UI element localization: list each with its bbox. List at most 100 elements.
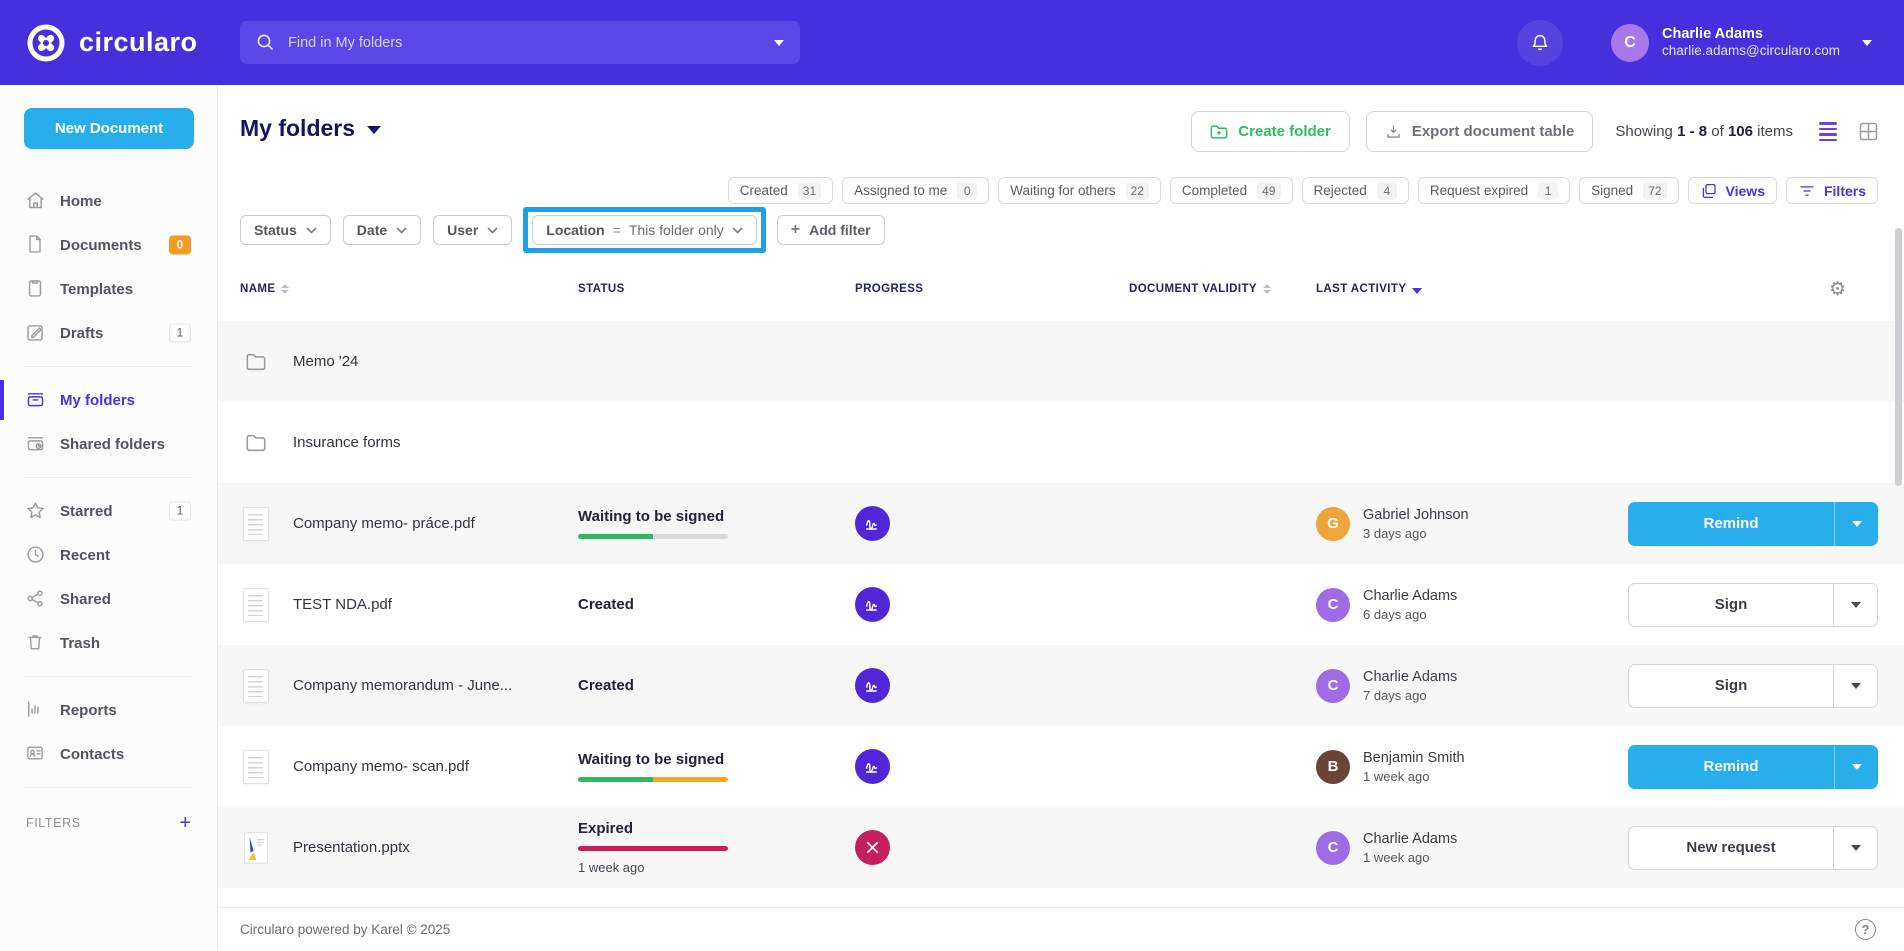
action-label[interactable]: Remind (1628, 745, 1834, 789)
signature-status-icon[interactable] (855, 506, 890, 541)
table-row[interactable]: Company memo- práce.pdfWaiting to be sig… (218, 483, 1904, 564)
actor-name: Charlie Adams (1363, 830, 1457, 850)
status-filter-dropdown[interactable]: Status (240, 215, 331, 245)
sidebar-item-shared[interactable]: Shared (0, 577, 217, 621)
status-chip-request-expired[interactable]: Request expired1 (1418, 177, 1570, 204)
sidebar-item-trash[interactable]: Trash (0, 621, 217, 665)
item-name[interactable]: Insurance forms (293, 434, 401, 451)
action-dropdown-caret[interactable] (1833, 665, 1877, 707)
action-dropdown-caret[interactable] (1834, 745, 1878, 789)
action-label[interactable]: Sign (1629, 665, 1833, 707)
item-name[interactable]: TEST NDA.pdf (293, 596, 392, 613)
sidebar-item-documents[interactable]: Documents0 (0, 223, 217, 267)
actor-avatar: G (1316, 507, 1350, 541)
location-filter-dropdown[interactable]: Location = This folder only (532, 215, 756, 245)
progress-bar (578, 534, 728, 539)
share-icon (25, 588, 47, 610)
status-chip-created[interactable]: Created31 (728, 177, 833, 204)
table-row[interactable]: Insurance forms (218, 402, 1904, 483)
status-chip-signed[interactable]: Signed72 (1579, 177, 1678, 204)
create-folder-button[interactable]: Create folder (1191, 111, 1350, 152)
clock-icon (25, 544, 47, 566)
user-filter-dropdown[interactable]: User (433, 215, 512, 245)
sign-button[interactable]: Sign (1628, 664, 1878, 708)
views-button[interactable]: Views (1688, 177, 1777, 204)
export-document-table-button[interactable]: Export document table (1366, 111, 1594, 152)
rejected-status-icon[interactable] (855, 830, 890, 865)
filters-button[interactable]: Filters (1786, 177, 1878, 204)
user-info[interactable]: Charlie Adams charlie.adams@circularo.co… (1662, 25, 1840, 60)
list-view-icon[interactable] (1819, 122, 1837, 141)
sign-button[interactable]: Sign (1628, 583, 1878, 627)
sidebar-item-reports[interactable]: Reports (0, 688, 217, 732)
column-header-last-activity[interactable]: LAST ACTIVITY (1316, 283, 1602, 295)
user-avatar[interactable]: C (1611, 24, 1649, 62)
search-scope-caret-icon[interactable] (774, 40, 784, 46)
progress-cell (855, 749, 1129, 784)
table-row[interactable]: Company memorandum - June...Created CCha… (218, 645, 1904, 726)
grid-view-icon[interactable] (1859, 122, 1878, 141)
name-cell: Company memo- scan.pdf (240, 750, 578, 784)
remind-button[interactable]: Remind (1628, 745, 1878, 789)
column-header-progress[interactable]: PROGRESS (855, 283, 1129, 295)
sidebar-item-home[interactable]: Home (0, 179, 217, 223)
status-chip-waiting-for-others[interactable]: Waiting for others22 (998, 177, 1161, 204)
status-cell: Created (578, 597, 855, 612)
item-name[interactable]: Memo '24 (293, 353, 358, 370)
global-search[interactable] (240, 21, 800, 64)
table-row[interactable]: Company memo- scan.pdfWaiting to be sign… (218, 726, 1904, 807)
user-menu-caret-icon[interactable] (1862, 40, 1872, 46)
sidebar-item-shared-folders[interactable]: Shared folders (0, 422, 217, 466)
action-label[interactable]: Sign (1629, 584, 1833, 626)
user-name: Charlie Adams (1662, 25, 1840, 43)
brand[interactable]: circularo (26, 0, 198, 85)
count-badge: 1 (169, 502, 191, 521)
status-label: Expired (578, 821, 855, 836)
sidebar-item-templates[interactable]: Templates (0, 267, 217, 311)
document-thumbnail-icon (240, 507, 272, 541)
sidebar-item-my-folders[interactable]: My folders (0, 378, 217, 422)
sidebar-item-contacts[interactable]: Contacts (0, 732, 217, 776)
search-input[interactable] (288, 35, 761, 51)
action-dropdown-caret[interactable] (1833, 827, 1877, 869)
signature-status-icon[interactable] (855, 668, 890, 703)
table-row[interactable]: TEST NDA.pdfCreated CCharlie Adams6 days… (218, 564, 1904, 645)
vertical-scrollbar[interactable] (1895, 228, 1902, 486)
action-dropdown-caret[interactable] (1833, 584, 1877, 626)
new-request-button[interactable]: New request (1628, 826, 1878, 870)
sidebar-item-recent[interactable]: Recent (0, 533, 217, 577)
signature-status-icon[interactable] (855, 587, 890, 622)
sidebar-item-drafts[interactable]: Drafts1 (0, 311, 217, 355)
progress-cell (855, 668, 1129, 703)
column-header-name[interactable]: NAME (240, 283, 578, 295)
column-header-status[interactable]: STATUS (578, 283, 855, 295)
status-chip-rejected[interactable]: Rejected4 (1302, 177, 1409, 204)
item-name[interactable]: Company memo- práce.pdf (293, 515, 475, 532)
status-chip-assigned-to-me[interactable]: Assigned to me0 (842, 177, 989, 204)
sidebar-item-starred[interactable]: Starred1 (0, 489, 217, 533)
add-filter-plus-icon[interactable]: + (179, 813, 191, 833)
sidebar-divider (24, 366, 193, 367)
status-chip-completed[interactable]: Completed49 (1170, 177, 1293, 204)
help-button[interactable]: ? (1855, 919, 1876, 940)
table-row[interactable]: Presentation.pptxExpired1 week ago CChar… (218, 807, 1904, 888)
action-dropdown-caret[interactable] (1834, 502, 1878, 546)
page-title: My folders (240, 115, 355, 142)
item-name[interactable]: Company memorandum - June... (293, 677, 512, 694)
remind-button[interactable]: Remind (1628, 502, 1878, 546)
action-label[interactable]: New request (1629, 827, 1833, 869)
column-header-validity[interactable]: DOCUMENT VALIDITY (1129, 283, 1316, 295)
action-cell: Sign (1628, 583, 1878, 627)
date-filter-dropdown[interactable]: Date (343, 215, 421, 245)
action-label[interactable]: Remind (1628, 502, 1834, 546)
table-settings-gear-icon[interactable]: ⚙ (1829, 280, 1846, 299)
item-name[interactable]: Presentation.pptx (293, 839, 410, 856)
folder-title-dropdown[interactable]: My folders (240, 115, 381, 142)
footer: Circularo powered by Karel © 2025 ? (218, 907, 1904, 951)
table-row[interactable]: Memo '24 (218, 321, 1904, 402)
add-filter-button[interactable]: + Add filter (777, 215, 885, 245)
notifications-button[interactable] (1517, 20, 1563, 66)
new-document-button[interactable]: New Document (24, 108, 194, 149)
item-name[interactable]: Company memo- scan.pdf (293, 758, 469, 775)
signature-status-icon[interactable] (855, 749, 890, 784)
